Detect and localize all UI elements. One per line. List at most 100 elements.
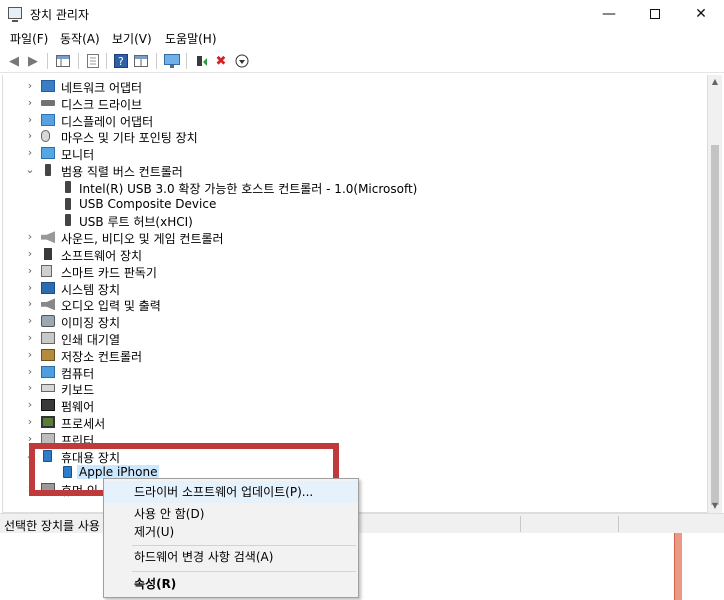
context-separator <box>132 571 356 572</box>
tree-child-item[interactable]: Intel(R) USB 3.0 확장 가능한 호스트 컨트롤러 - 1.0(M… <box>3 179 703 196</box>
forward-icon[interactable]: ▶ <box>24 52 42 70</box>
computer-icon <box>41 365 55 378</box>
portable-device-icon <box>43 449 52 462</box>
context-update-driver[interactable]: 드라이버 소프트웨어 업데이트(P)... <box>104 481 358 503</box>
tree-child-item[interactable]: USB 루트 허브(xHCI) <box>3 212 703 229</box>
status-divider <box>618 516 619 532</box>
usb-icon <box>45 164 51 176</box>
tree-category-item[interactable]: › 디스플레이 어댑터 <box>3 112 703 129</box>
print-queue-icon <box>41 332 55 344</box>
tree-item-label: 휴대용 장치 <box>61 450 121 465</box>
back-icon[interactable]: ◀ <box>5 52 23 70</box>
audio-icon <box>41 298 55 311</box>
tree-item-label: 디스플레이 어댑터 <box>61 114 154 129</box>
chevron-right-icon[interactable]: › <box>25 331 35 345</box>
chevron-right-icon[interactable]: › <box>25 432 35 446</box>
maximize-icon <box>650 9 660 19</box>
tree-category-item[interactable]: › 오디오 입력 및 출력 <box>3 296 703 313</box>
chevron-right-icon[interactable]: › <box>25 482 35 496</box>
usb-icon <box>65 214 71 227</box>
tree-category-item[interactable]: ⌄ 범용 직렬 버스 컨트롤러 <box>3 162 703 179</box>
maximize-button[interactable] <box>632 0 678 28</box>
toolbar: ◀ ▶ ? ✖ <box>0 49 724 73</box>
tree-category-item[interactable]: › 저장소 컨트롤러 <box>3 347 703 364</box>
tree-item-label: 스마트 카드 판독기 <box>61 265 157 280</box>
properties-icon[interactable] <box>84 52 102 70</box>
chevron-right-icon[interactable]: › <box>25 247 35 261</box>
scroll-down-icon[interactable]: ▼ <box>708 499 722 513</box>
chevron-right-icon[interactable]: › <box>25 230 35 244</box>
monitor-icon <box>41 147 55 160</box>
view-icon[interactable] <box>132 52 150 70</box>
tree-category-item[interactable]: › 네트워크 어댑터 <box>3 78 703 95</box>
scroll-thumb[interactable] <box>711 145 719 505</box>
tree-category-item[interactable]: › 프린터 <box>3 431 703 448</box>
tree-category-item[interactable]: › 프로세서 <box>3 414 703 431</box>
chevron-right-icon[interactable]: › <box>25 314 35 328</box>
chevron-right-icon[interactable]: › <box>25 79 35 93</box>
vertical-scrollbar[interactable]: ▲ ▼ <box>708 75 722 513</box>
scroll-up-icon[interactable]: ▲ <box>708 75 722 89</box>
network-adapter-icon <box>41 80 55 92</box>
update-driver-icon[interactable] <box>192 52 210 70</box>
tree-item-label: 마우스 및 기타 포인팅 장치 <box>61 131 198 146</box>
chevron-right-icon[interactable]: › <box>25 264 35 278</box>
tree-category-item[interactable]: › 스마트 카드 판독기 <box>3 263 703 280</box>
hid-icon <box>41 483 55 496</box>
context-uninstall[interactable]: 제거(U) <box>104 521 358 543</box>
minimize-button[interactable]: — <box>586 0 632 28</box>
toolbar-separator <box>186 53 187 69</box>
tree-category-item[interactable]: › 키보드 <box>3 380 703 397</box>
device-tree: › 네트워크 어댑터 › 디스크 드라이브 › 디스플레이 어댑터 › 마우스 및 기타 포인… <box>2 75 708 513</box>
system-device-icon <box>41 281 55 294</box>
title-bar: 장치 관리자 — ✕ <box>0 0 724 28</box>
tree-item-label: 프로세서 <box>61 417 106 431</box>
tree-category-item[interactable]: › 이미징 장치 <box>3 313 703 330</box>
chevron-right-icon[interactable]: › <box>25 281 35 295</box>
chevron-right-icon[interactable]: › <box>25 297 35 311</box>
menu-file[interactable]: 파일(F) <box>10 30 48 47</box>
scan-hardware-icon[interactable] <box>163 52 181 70</box>
help-icon[interactable]: ? <box>112 52 130 70</box>
tree-item-label: USB 루트 허브(xHCI) <box>79 215 193 230</box>
context-properties[interactable]: 속성(R) <box>104 573 358 595</box>
tree-item-label: 오디오 입력 및 출력 <box>61 299 161 314</box>
tree-category-item[interactable]: › 사운드, 비디오 및 게임 컨트롤러 <box>3 229 703 246</box>
tree-category-item[interactable]: › 디스크 드라이브 <box>3 95 703 112</box>
chevron-right-icon[interactable]: › <box>25 96 35 110</box>
status-divider <box>520 516 521 532</box>
toolbar-separator <box>78 53 79 69</box>
tree-category-item[interactable]: › 마우스 및 기타 포인팅 장치 <box>3 128 703 145</box>
context-scan-hardware[interactable]: 하드웨어 변경 사항 검색(A) <box>104 546 358 568</box>
tree-item-label: USB Composite Device <box>79 196 217 211</box>
chevron-right-icon[interactable]: › <box>25 129 35 143</box>
close-button[interactable]: ✕ <box>678 0 724 28</box>
tree-category-item[interactable]: › 컴퓨터 <box>3 364 703 381</box>
processor-icon <box>41 416 55 428</box>
tree-category-item[interactable]: › 소프트웨어 장치 <box>3 246 703 263</box>
menu-view[interactable]: 보기(V) <box>112 30 152 47</box>
chevron-right-icon[interactable]: › <box>25 365 35 379</box>
tree-category-item[interactable]: › 시스템 장치 <box>3 280 703 297</box>
tree-category-item[interactable]: › 펌웨어 <box>3 397 703 414</box>
chevron-right-icon[interactable]: › <box>25 113 35 127</box>
uninstall-icon[interactable]: ✖ <box>212 52 230 70</box>
menu-help[interactable]: 도움말(H) <box>165 30 217 47</box>
chevron-right-icon[interactable]: › <box>25 415 35 429</box>
menu-action[interactable]: 동작(A) <box>60 30 100 47</box>
tree-category-item[interactable]: › 모니터 <box>3 145 703 162</box>
printer-icon <box>41 432 55 445</box>
chevron-right-icon[interactable]: › <box>25 398 35 412</box>
tree-category-item[interactable]: › 인쇄 대기열 <box>3 330 703 347</box>
chevron-right-icon[interactable]: › <box>25 381 35 395</box>
smart-card-icon <box>41 264 52 277</box>
disable-device-icon[interactable] <box>233 52 251 70</box>
tree-item-label: 키보드 <box>61 383 95 398</box>
chevron-down-icon[interactable]: ⌄ <box>25 163 35 177</box>
chevron-right-icon[interactable]: › <box>25 146 35 160</box>
tree-category-item[interactable]: ⌄ 휴대용 장치 <box>3 448 703 465</box>
chevron-down-icon[interactable]: ⌄ <box>25 449 35 463</box>
chevron-right-icon[interactable]: › <box>25 348 35 362</box>
tree-child-item[interactable]: USB Composite Device <box>3 196 703 213</box>
show-hide-tree-icon[interactable] <box>54 52 72 70</box>
